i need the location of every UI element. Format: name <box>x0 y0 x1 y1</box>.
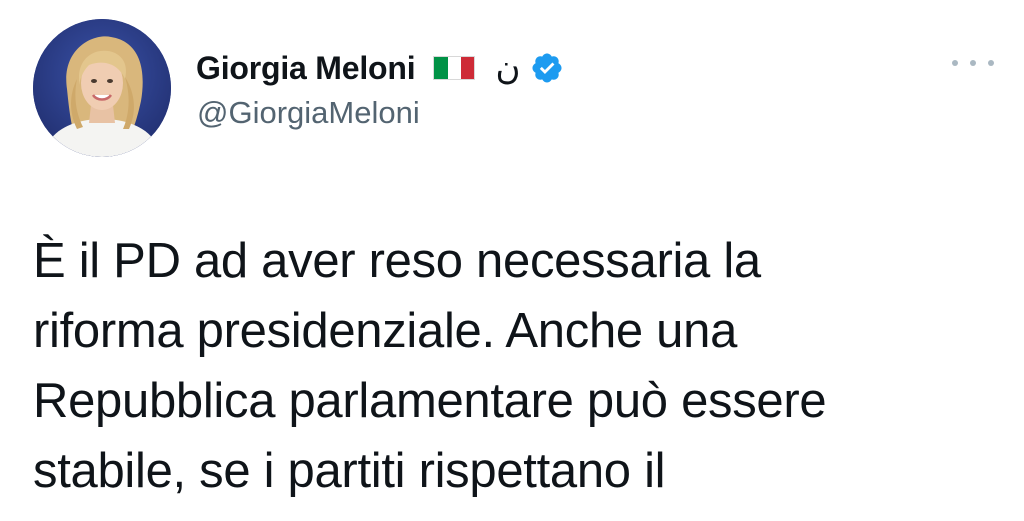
verified-badge-icon <box>532 53 562 83</box>
tweet-text-line: riforma presidenziale. Anche una <box>33 304 738 358</box>
tweet-text-line: È il PD ad aver reso necessaria la <box>33 234 761 288</box>
more-dot <box>952 60 958 66</box>
arabic-letter-nun: ن <box>495 48 521 88</box>
tweet-card[interactable]: Giorgia Meloni ن @GiorgiaMeloni È il PD … <box>0 0 1024 521</box>
author-handle[interactable]: @GiorgiaMeloni <box>197 95 420 131</box>
tweet-text-line: Repubblica parlamentare può essere <box>33 374 827 428</box>
author-display-name[interactable]: Giorgia Meloni <box>196 50 416 87</box>
italy-flag-icon <box>433 56 476 80</box>
tweet-text: È il PD ad aver reso necessaria la rifor… <box>33 226 993 506</box>
more-dot <box>988 60 994 66</box>
avatar-image <box>33 19 171 157</box>
more-options-icon[interactable] <box>952 55 994 71</box>
author-avatar[interactable] <box>33 19 171 157</box>
author-name-row: Giorgia Meloni ن <box>196 46 564 90</box>
more-dot <box>970 60 976 66</box>
tweet-text-line: stabile, se i partiti rispettano il <box>33 444 666 498</box>
